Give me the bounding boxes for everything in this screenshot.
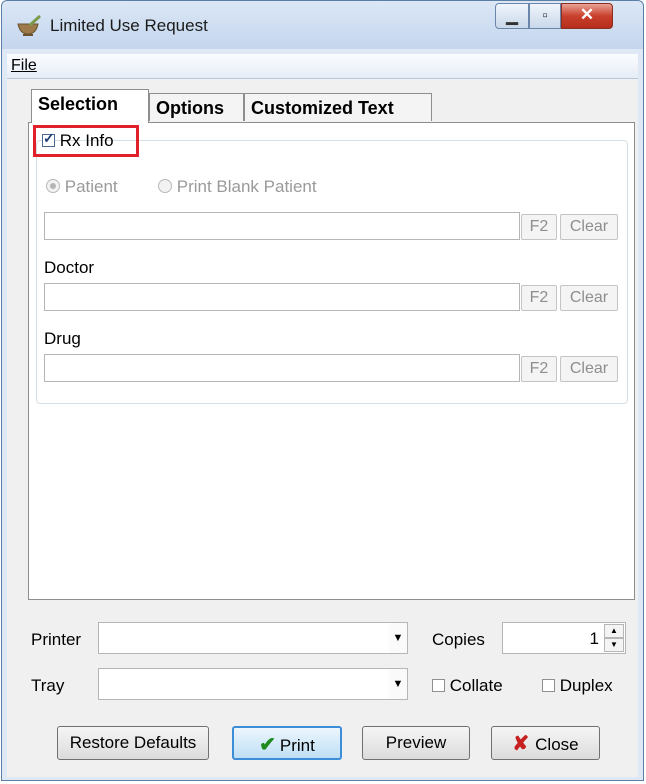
doctor-label: Doctor: [44, 258, 95, 277]
minimize-button[interactable]: ▁: [495, 3, 529, 29]
tab-customized-text[interactable]: Customized Text: [244, 93, 432, 121]
drug-label: Drug: [44, 329, 81, 348]
menu-file[interactable]: File: [11, 57, 37, 75]
copies-label: Copies: [432, 630, 485, 649]
patient-field[interactable]: [44, 212, 520, 240]
tab-options-label: Options: [156, 98, 224, 118]
patient-clear-button[interactable]: Clear: [560, 214, 618, 240]
print-label: Print: [279, 736, 315, 755]
tray-dropdown-arrow-icon[interactable]: ▼: [389, 669, 407, 699]
preview-button[interactable]: Preview: [362, 726, 470, 760]
drug-clear-button[interactable]: Clear: [560, 356, 618, 382]
menu-file-label: File: [11, 57, 37, 74]
checkmark-icon: ✔: [259, 734, 276, 756]
doctor-clear-button[interactable]: Clear: [560, 285, 618, 311]
restore-defaults-button[interactable]: Restore Defaults: [57, 726, 209, 760]
copies-down-arrow-icon[interactable]: ▼: [604, 638, 624, 652]
copies-up-arrow-icon[interactable]: ▲: [604, 624, 624, 638]
preview-label: Preview: [385, 733, 447, 752]
radio-patient-label: Patient: [64, 177, 118, 196]
printer-label: Printer: [31, 630, 82, 649]
print-button[interactable]: ✔ Print: [232, 726, 342, 760]
tab-customized-text-label: Customized Text: [251, 98, 394, 118]
rx-info-label: Rx Info: [59, 131, 114, 150]
collate-checkbox-box[interactable]: [432, 679, 445, 692]
tab-options[interactable]: Options: [149, 93, 244, 121]
close-window-button[interactable]: ✕: [561, 3, 613, 29]
radio-print-blank-patient[interactable]: Print Blank Patient: [158, 177, 317, 197]
tray-select[interactable]: ▼: [98, 668, 408, 700]
duplex-checkbox-box[interactable]: [542, 679, 555, 692]
radio-patient-dot[interactable]: [46, 179, 60, 193]
patient-f2-button[interactable]: F2: [521, 214, 557, 240]
doctor-f2-button[interactable]: F2: [521, 285, 557, 311]
title-bar[interactable]: Limited Use Request ▁ ▫ ✕: [2, 1, 643, 49]
maximize-button[interactable]: ▫: [529, 3, 561, 29]
tray-label: Tray: [31, 676, 65, 695]
printer-select[interactable]: ▼: [98, 622, 408, 654]
copies-spinner[interactable]: 1 ▲ ▼: [502, 622, 626, 654]
doctor-field[interactable]: [44, 283, 520, 311]
radio-print-blank-patient-dot[interactable]: [158, 179, 172, 193]
window-title: Limited Use Request: [50, 16, 208, 35]
mortar-pestle-icon: [17, 15, 42, 36]
collate-checkbox[interactable]: Collate: [432, 676, 503, 696]
menu-bar: File: [7, 54, 638, 79]
limited-use-request-window: Limited Use Request ▁ ▫ ✕ File Selection…: [1, 0, 644, 781]
x-icon: ✘: [512, 733, 530, 755]
close-label: Close: [535, 735, 579, 754]
copies-value: 1: [589, 629, 599, 648]
rx-info-checkbox-box[interactable]: [42, 130, 55, 147]
radio-patient[interactable]: Patient: [46, 177, 118, 197]
printer-dropdown-arrow-icon[interactable]: ▼: [389, 623, 407, 653]
rx-info-checkbox[interactable]: Rx Info: [42, 130, 114, 151]
drug-f2-button[interactable]: F2: [521, 356, 557, 382]
collate-label: Collate: [449, 676, 503, 695]
duplex-label: Duplex: [559, 676, 613, 695]
close-icon: ✕: [579, 5, 595, 24]
radio-print-blank-patient-label: Print Blank Patient: [176, 177, 317, 196]
tab-selection[interactable]: Selection: [31, 89, 149, 123]
tab-selection-label: Selection: [38, 94, 119, 114]
restore-defaults-label: Restore Defaults: [69, 733, 197, 752]
drug-field[interactable]: [44, 354, 520, 382]
maximize-icon: ▫: [542, 7, 548, 24]
minimize-icon: ▁: [506, 8, 518, 25]
close-button[interactable]: ✘ Close: [491, 726, 600, 760]
duplex-checkbox[interactable]: Duplex: [542, 676, 613, 696]
